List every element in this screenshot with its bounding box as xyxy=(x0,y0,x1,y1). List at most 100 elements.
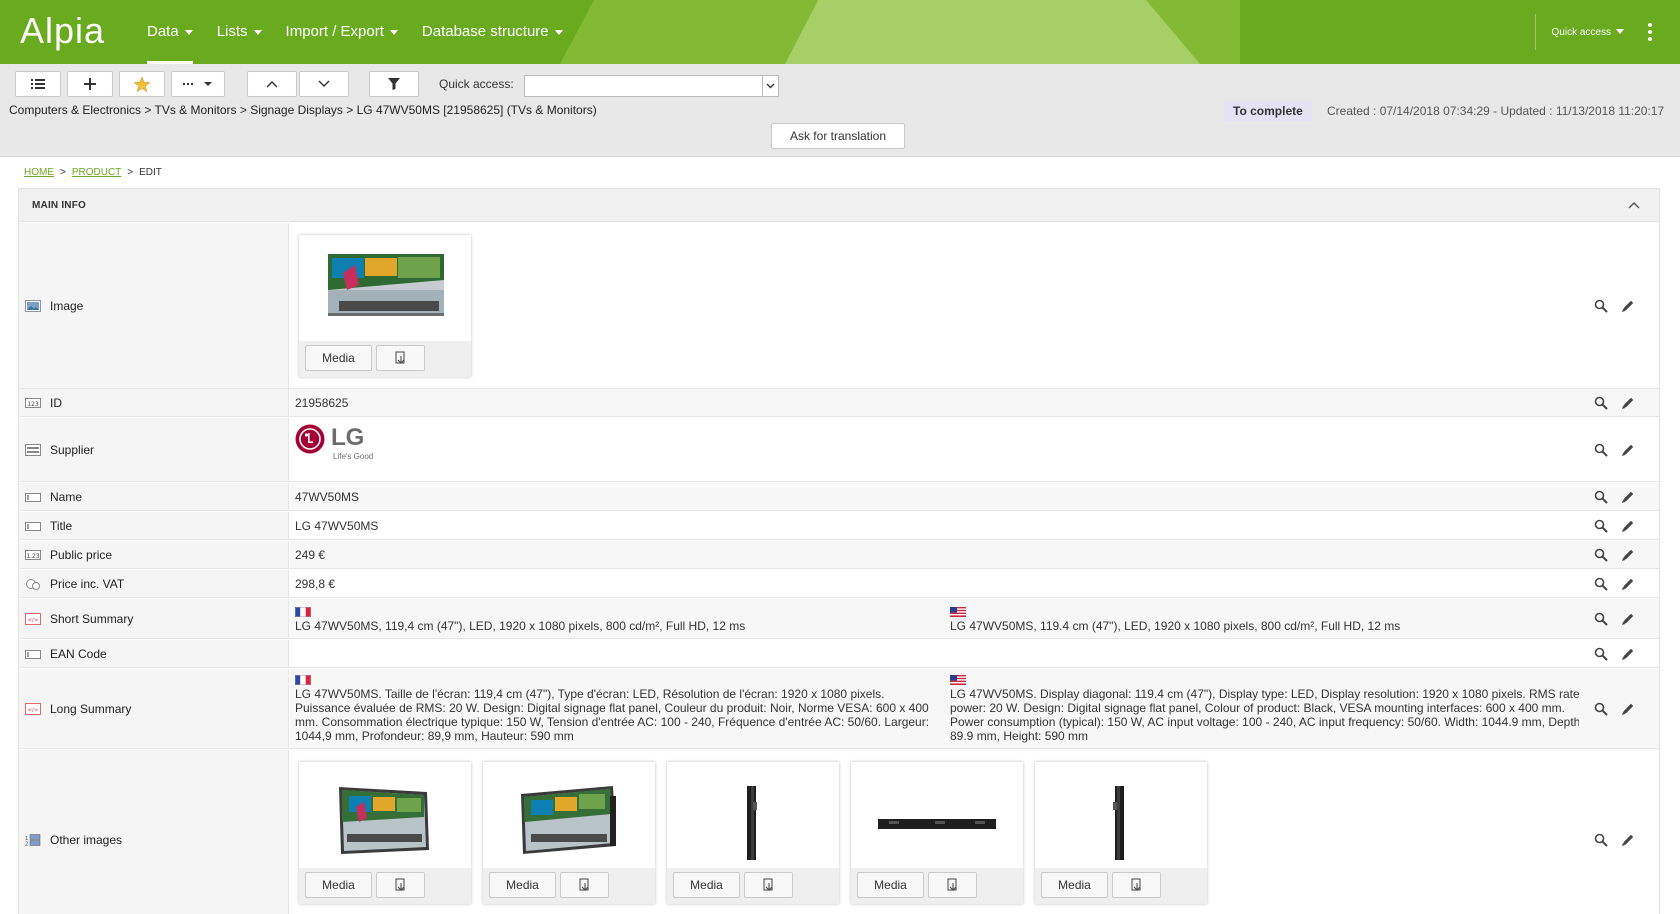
media-button[interactable]: Media xyxy=(305,872,372,898)
nav-lists[interactable]: Lists xyxy=(205,0,274,64)
media-button[interactable]: Media xyxy=(1041,872,1108,898)
field-actions xyxy=(1579,640,1659,667)
summary-en: LG 47WV50MS. Display diagonal: 119.4 cm … xyxy=(950,675,1590,743)
nav-database-structure[interactable]: Database structure xyxy=(410,0,575,64)
field-label: Image xyxy=(50,298,84,313)
product-image[interactable] xyxy=(299,762,471,868)
download-icon xyxy=(579,878,588,891)
field-label-cell: 12 Other images xyxy=(19,750,289,914)
field-value: LG 47WV50MS xyxy=(290,512,1579,539)
next-record-button[interactable] xyxy=(299,71,349,97)
field-actions xyxy=(1579,223,1659,388)
pencil-icon[interactable] xyxy=(1621,833,1635,847)
nav-import-export[interactable]: Import / Export xyxy=(274,0,410,64)
media-button[interactable]: Media xyxy=(673,872,740,898)
short-summary-en-text: LG 47WV50MS, 119.4 cm (47"), LED, 1920 x… xyxy=(950,619,1401,633)
field-row-image: Image Media xyxy=(19,223,1659,389)
pencil-icon[interactable] xyxy=(1621,396,1635,410)
chevron-down-icon xyxy=(318,80,330,87)
image-card: Media xyxy=(299,762,471,904)
field-row-price-vat: Price inc. VAT 298,8 € xyxy=(19,570,1659,598)
top-right-area: Quick access xyxy=(1534,0,1680,64)
download-button[interactable] xyxy=(1112,872,1161,898)
svg-text:</>: </> xyxy=(27,617,38,623)
product-image[interactable] xyxy=(667,762,839,868)
field-label-cell: Name xyxy=(19,483,289,510)
search-icon[interactable] xyxy=(1594,577,1608,591)
download-button[interactable] xyxy=(928,872,977,898)
media-button[interactable]: Media xyxy=(857,872,924,898)
field-label: Price inc. VAT xyxy=(50,576,125,591)
chevron-up-icon[interactable] xyxy=(1627,198,1641,212)
pencil-icon[interactable] xyxy=(1621,519,1635,533)
image-card: Media xyxy=(667,762,839,904)
nav-data[interactable]: Data xyxy=(135,0,205,64)
image-card-toolbar: Media xyxy=(483,868,655,904)
search-icon[interactable] xyxy=(1594,702,1608,716)
calculated-field-icon xyxy=(26,578,40,590)
supplier-field-icon xyxy=(25,443,41,456)
more-actions-button[interactable] xyxy=(171,71,225,97)
download-button[interactable] xyxy=(376,872,425,898)
search-icon[interactable] xyxy=(1594,833,1608,847)
ask-for-translation-button[interactable]: Ask for translation xyxy=(771,123,905,149)
media-button[interactable]: Media xyxy=(305,345,372,371)
app-logo[interactable]: Alpia xyxy=(20,10,105,52)
download-button[interactable] xyxy=(560,872,609,898)
search-icon[interactable] xyxy=(1594,396,1608,410)
breadcrumb-product-link[interactable]: PRODUCT xyxy=(72,167,121,178)
star-icon xyxy=(134,76,150,92)
search-icon[interactable] xyxy=(1594,519,1608,533)
pencil-icon[interactable] xyxy=(1621,490,1635,504)
breadcrumb-home-link[interactable]: HOME xyxy=(24,167,54,178)
search-icon[interactable] xyxy=(1594,612,1608,626)
panel-header[interactable]: MAIN INFO xyxy=(19,189,1659,222)
download-button[interactable] xyxy=(744,872,793,898)
product-image[interactable] xyxy=(483,762,655,868)
product-image[interactable] xyxy=(1035,762,1207,868)
product-image[interactable] xyxy=(299,235,471,341)
pencil-icon[interactable] xyxy=(1621,702,1635,716)
search-icon[interactable] xyxy=(1594,490,1608,504)
list-icon xyxy=(31,79,45,89)
chevron-down-icon xyxy=(762,76,778,96)
supplier-logo-tagline: Life's Good xyxy=(333,452,374,461)
breadcrumb-separator: > xyxy=(127,167,134,178)
media-button[interactable]: Media xyxy=(489,872,556,898)
supplier-logo[interactable]: LG Life's Good xyxy=(295,424,375,464)
image-field-icon xyxy=(25,299,41,312)
quick-access-select[interactable] xyxy=(524,75,779,97)
field-row-ean: EAN Code xyxy=(19,640,1659,668)
field-actions xyxy=(1579,669,1659,748)
pencil-icon[interactable] xyxy=(1621,443,1635,457)
image-list-field-icon: 12 xyxy=(25,834,41,846)
us-flag-icon xyxy=(950,675,966,685)
quick-access-menu[interactable]: Quick access xyxy=(1536,27,1640,38)
pencil-icon[interactable] xyxy=(1621,612,1635,626)
search-icon[interactable] xyxy=(1594,443,1608,457)
long-summary-fr-text: LG 47WV50MS. Taille de l'écran: 119,4 cm… xyxy=(295,687,930,743)
pencil-icon[interactable] xyxy=(1621,577,1635,591)
pencil-icon[interactable] xyxy=(1621,299,1635,313)
filter-button[interactable] xyxy=(369,71,419,97)
field-actions xyxy=(1579,483,1659,510)
field-label: Title xyxy=(50,518,73,533)
favorite-button[interactable] xyxy=(119,71,165,97)
field-label-cell: 1.23 Public price xyxy=(19,541,289,568)
field-label: Supplier xyxy=(50,442,95,457)
image-card-toolbar: Media xyxy=(851,868,1023,904)
download-icon xyxy=(1131,878,1140,891)
field-row-long-summary: </> Long Summary LG 47WV50MS. Taille de … xyxy=(19,669,1659,749)
add-button[interactable] xyxy=(67,71,113,97)
product-image[interactable] xyxy=(851,762,1023,868)
search-icon[interactable] xyxy=(1594,548,1608,562)
previous-record-button[interactable] xyxy=(247,71,297,97)
search-icon[interactable] xyxy=(1594,647,1608,661)
text-field-icon xyxy=(25,521,41,531)
search-icon[interactable] xyxy=(1594,299,1608,313)
more-vertical-icon[interactable] xyxy=(1640,17,1660,47)
pencil-icon[interactable] xyxy=(1621,548,1635,562)
list-view-button[interactable] xyxy=(15,71,61,97)
download-button[interactable] xyxy=(376,345,425,371)
pencil-icon[interactable] xyxy=(1621,647,1635,661)
